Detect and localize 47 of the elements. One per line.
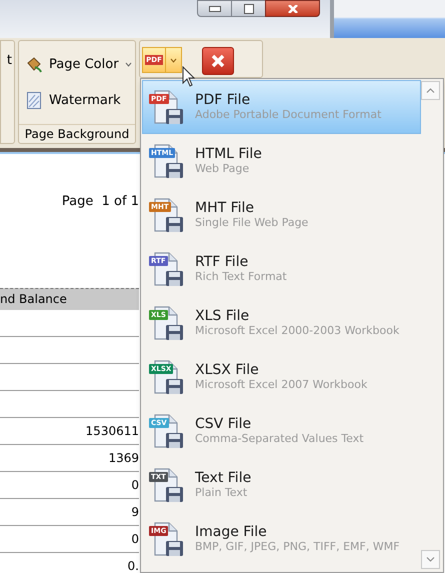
table-cell: 0. (0, 552, 139, 573)
menu-item-title: PDF File (195, 92, 252, 108)
menu-item-description: Microsoft Excel 2000-2003 Workbook (195, 324, 400, 338)
table-cell: 0 (0, 526, 139, 552)
page-number-text: Page 1 of 1 (60, 193, 139, 211)
menu-item-title: XLSX File (195, 362, 260, 378)
menu-item-description: Microsoft Excel 2007 Workbook (195, 378, 368, 392)
menu-item-description: Web Page (195, 162, 250, 176)
minimize-button[interactable] (197, 0, 232, 17)
paint-bucket-icon (25, 56, 43, 73)
menu-item-title: XLS File (195, 308, 250, 324)
menu-item-description: Adobe Portable Document Format (195, 108, 382, 122)
menu-item-title: Text File (195, 470, 252, 486)
menu-item-title: Image File (195, 524, 268, 540)
scroll-down-button[interactable] (421, 550, 440, 569)
menu-item-title: CSV File (195, 416, 252, 432)
close-icon (211, 54, 225, 68)
maximize-icon (244, 4, 254, 14)
close-button[interactable] (265, 0, 320, 17)
scroll-up-button[interactable] (421, 81, 440, 100)
table-cell: 0 (0, 472, 139, 498)
menu-item-title: MHT File (195, 200, 256, 216)
watermark-icon (27, 92, 41, 109)
menu-item-description: Single File Web Page (195, 216, 308, 230)
table-cell: 9 (0, 498, 139, 526)
ribbon-button-label[interactable]: t (1, 51, 14, 70)
menu-item-description: Rich Text Format (195, 270, 287, 284)
maximize-button[interactable] (232, 0, 265, 17)
close-icon (286, 4, 298, 12)
column-header: nd Balance (0, 291, 67, 308)
table-cell: 1369 (0, 444, 139, 472)
menu-item-title: RTF File (195, 254, 250, 270)
ribbon-group-label: Page Background (19, 124, 135, 143)
mouse-pointer-icon (182, 66, 196, 88)
caret-down-icon (426, 557, 435, 562)
table-cell: 1530611 (0, 418, 139, 444)
watermark-button[interactable]: Watermark (27, 90, 135, 110)
menu-item-description: Comma-Separated Values Text (195, 432, 364, 446)
caret-icon (170, 58, 177, 62)
close-preview-button[interactable] (202, 47, 234, 75)
menu-item-description: Plain Text (195, 486, 248, 500)
page-color-button[interactable]: Page Color (25, 55, 135, 74)
menu-item-title: HTML File (195, 146, 262, 162)
minimize-icon (208, 6, 220, 12)
caret-up-icon (426, 88, 435, 93)
caret-icon (124, 62, 132, 68)
menu-item-description: BMP, GIF, JPEG, PNG, TIFF, EMF, WMF (195, 540, 400, 554)
